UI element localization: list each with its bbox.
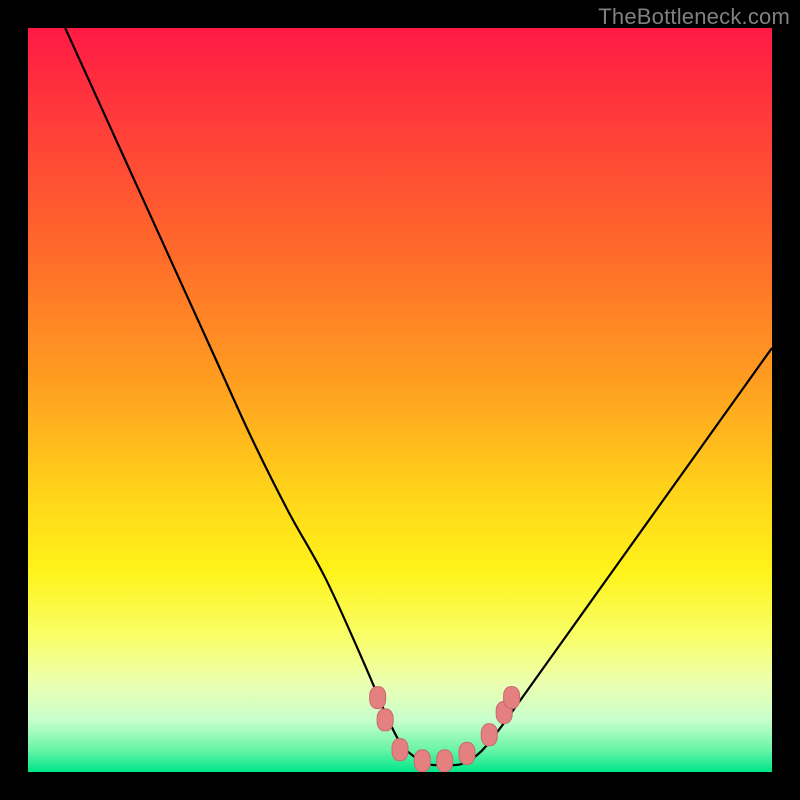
curve-marker <box>377 709 393 731</box>
curve-marker <box>437 750 453 772</box>
curve-marker <box>481 724 497 746</box>
curve-marker <box>414 750 430 772</box>
curve-marker <box>392 739 408 761</box>
curve-marker <box>504 687 520 709</box>
curve-marker <box>459 742 475 764</box>
plot-area <box>28 28 772 772</box>
chart-frame: TheBottleneck.com <box>0 0 800 800</box>
chart-svg <box>28 28 772 772</box>
gradient-background <box>28 28 772 772</box>
curve-marker <box>370 687 386 709</box>
watermark-text: TheBottleneck.com <box>598 4 790 30</box>
